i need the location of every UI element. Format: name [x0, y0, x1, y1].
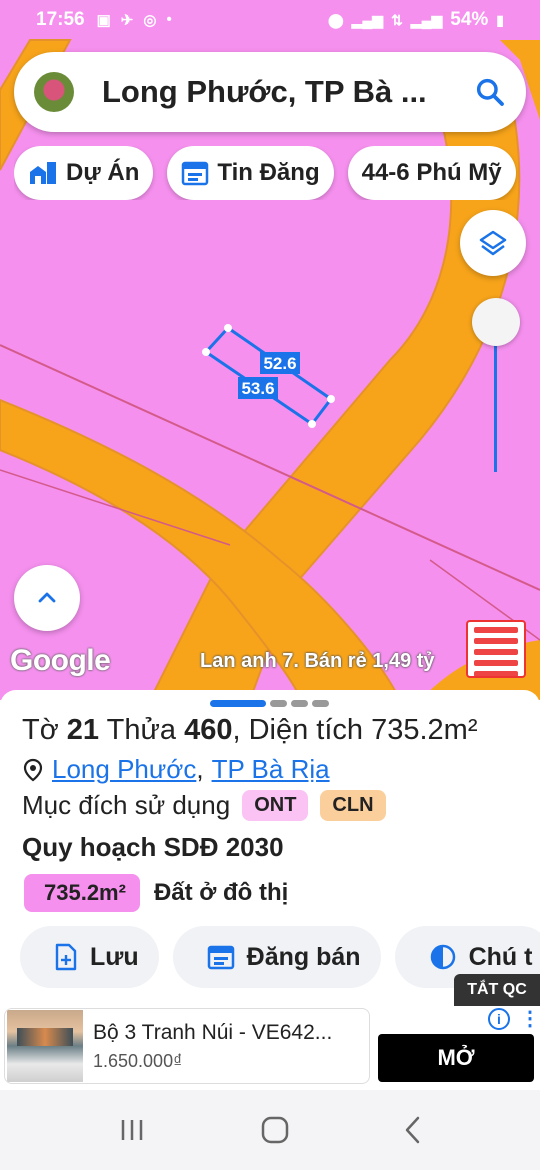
ad-title: Bộ 3 Tranh Núi - VE642...	[93, 1020, 333, 1044]
location-icon: ⬤	[327, 11, 344, 28]
airplane-icon: ✈	[120, 12, 134, 29]
sheet-area-value: 735.2m²	[371, 714, 478, 746]
opacity-slider-thumb[interactable]	[472, 298, 520, 346]
sheet-to-label: Tờ	[22, 714, 59, 746]
land-use-label: Mục đích sử dụng	[22, 790, 231, 820]
planning-area-chip: 735.2m²	[24, 874, 140, 912]
expand-up-button[interactable]	[14, 565, 80, 631]
map-listing-thumbnail[interactable]	[466, 620, 526, 678]
post-sale-label: Đăng bán	[246, 942, 361, 971]
filter-chips: Dự Án Tin Đăng 44-6 Phú Mỹ	[14, 146, 540, 200]
back-icon[interactable]	[403, 1115, 423, 1145]
pager-dot	[291, 700, 308, 707]
chrome-icon: ◎	[143, 12, 157, 29]
chevron-up-icon	[38, 592, 56, 603]
location-row: Long Phước , TP Bà Rịa	[22, 754, 330, 785]
image-icon: ▣	[96, 12, 111, 29]
status-bar: 17:56 ▣ ✈ ◎ • ⬤ ▂▄▆ ⇅ ▂▄▆ 54% ▮	[0, 0, 540, 40]
building-icon	[30, 162, 56, 184]
ad-card[interactable]: Bộ 3 Tranh Núi - VE642... 1.650.000₫	[4, 1008, 370, 1084]
save-button[interactable]: Lưu	[20, 926, 159, 988]
location-pin-icon	[23, 758, 43, 781]
app-screen: 52.6 53.6 17:56 ▣ ✈ ◎ • ⬤ ▂▄▆ ⇅ ▂▄▆ 54% …	[0, 0, 540, 1170]
chip-44-6-phu-my[interactable]: 44-6 Phú Mỹ	[347, 146, 516, 200]
post-sale-button[interactable]: Đăng bán	[172, 926, 381, 988]
land-use-badge-cln[interactable]: CLN	[320, 790, 386, 821]
ad-image	[7, 1010, 83, 1082]
status-time: 17:56	[36, 9, 85, 30]
layers-button[interactable]	[460, 210, 526, 276]
signal-icon: ▂▄▆	[351, 11, 384, 28]
home-icon[interactable]	[260, 1115, 290, 1145]
map-listing-label[interactable]: Lan anh 7. Bán rẻ 1,49 tỷ	[200, 650, 435, 673]
ad-info-icon[interactable]: i	[488, 1008, 510, 1030]
calendar-icon	[207, 945, 234, 970]
system-nav-bar	[0, 1090, 540, 1170]
calendar-icon	[182, 161, 209, 186]
location-link-ward[interactable]: Long Phước	[52, 754, 196, 785]
ad-more-icon[interactable]: ⋮	[520, 1006, 540, 1031]
status-notification-icons: ▣ ✈ ◎ •	[97, 11, 172, 29]
location-link-city[interactable]: TP Bà Rịa	[212, 754, 330, 785]
sheet-area-label: Diện tích	[248, 714, 364, 746]
chip-44-6-label: 44-6 Phú Mỹ	[361, 159, 502, 186]
data-icon: ⇅	[391, 11, 403, 28]
sheet-thua-label: Thửa	[106, 714, 176, 746]
close-ad-button[interactable]: TẮT QC	[454, 974, 540, 1006]
layers-icon	[479, 230, 507, 256]
planning-title: Quy hoạch SDĐ 2030	[22, 832, 284, 862]
recent-apps-icon[interactable]	[117, 1117, 147, 1143]
chip-du-an[interactable]: Dự Án	[14, 146, 154, 200]
signal-icon-2: ▂▄▆	[410, 11, 443, 28]
parcel-label-1: 52.6	[263, 354, 296, 373]
chip-du-an-label: Dự Án	[66, 159, 140, 186]
sheet-to-value: 21	[66, 714, 100, 746]
chip-tin-dang-label: Tin Đăng	[217, 159, 320, 186]
contrast-icon	[430, 944, 455, 970]
ad-banner[interactable]: Bộ 3 Tranh Núi - VE642... 1.650.000₫ i ⋮…	[0, 1006, 540, 1090]
search-bar[interactable]: Long Phước, TP Bà ...	[14, 52, 526, 132]
pager-dot	[270, 700, 287, 707]
sheet-pager[interactable]	[210, 700, 329, 707]
save-doc-icon	[55, 943, 77, 971]
avatar[interactable]	[34, 72, 74, 112]
ad-price: 1.650.000₫	[93, 1050, 183, 1071]
location-separator: ,	[196, 754, 204, 784]
planning-zone: Đất ở đô thị	[153, 879, 289, 906]
selected-parcel[interactable]	[203, 326, 334, 427]
land-use-row: Mục đích sử dụng ONT CLN	[22, 790, 386, 821]
parcel-label-2: 53.6	[241, 379, 274, 398]
land-use-badge-ont[interactable]: ONT	[242, 790, 309, 821]
dot-icon: •	[166, 11, 172, 28]
pager-dot-active	[210, 700, 266, 707]
save-button-label: Lưu	[90, 942, 139, 971]
chip-tin-dang[interactable]: Tin Đăng	[167, 146, 334, 200]
parcel-summary: Tờ 21 Thửa 460, Diện tích 735.2m²	[22, 714, 478, 746]
battery-percent: 54%	[450, 9, 489, 30]
search-icon[interactable]	[474, 76, 506, 108]
battery-icon: ▮	[496, 11, 504, 28]
google-watermark: Google	[10, 644, 111, 677]
planning-row: 735.2m² Đất ở đô thị	[24, 874, 288, 912]
sheet-thua-value: 460	[184, 714, 233, 746]
search-input[interactable]: Long Phước, TP Bà ...	[102, 74, 464, 110]
ad-open-button[interactable]: MỞ	[378, 1034, 534, 1082]
note-button-label: Chú t	[468, 942, 533, 971]
pager-dot	[312, 700, 329, 707]
